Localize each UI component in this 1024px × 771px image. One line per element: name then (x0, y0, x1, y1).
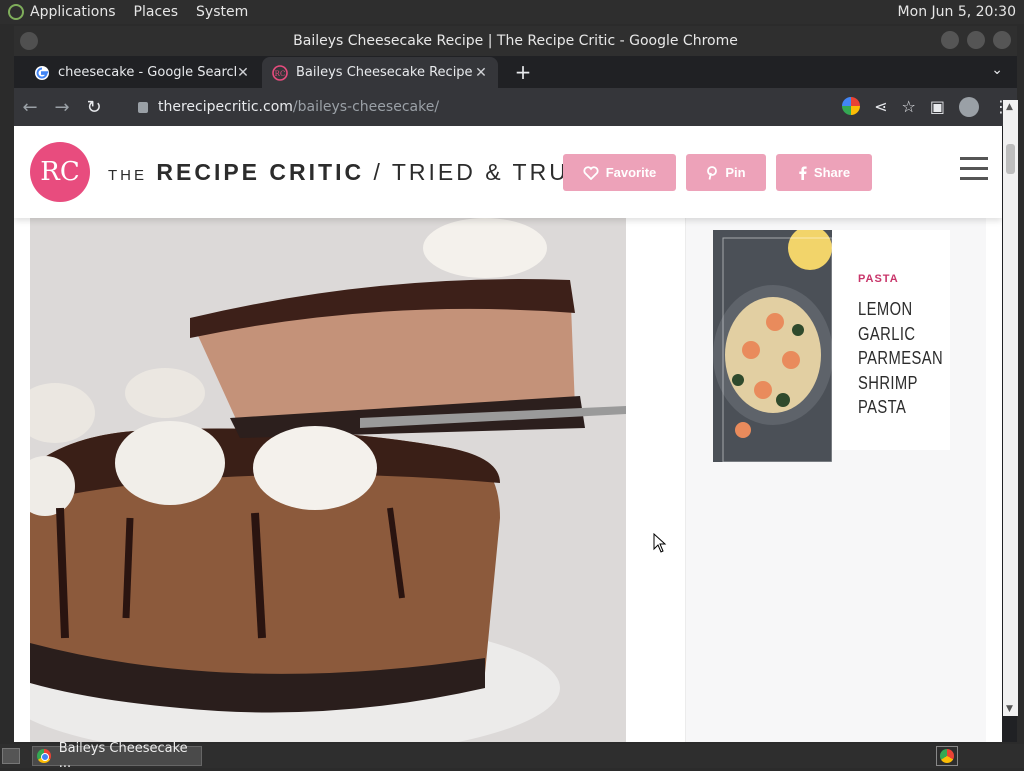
pin-label: Pin (725, 165, 746, 180)
system-top-panel: Applications Places System Mon Jun 5, 20… (0, 0, 1024, 24)
recipe-category[interactable]: PASTA (858, 273, 899, 285)
system-logo-icon[interactable] (8, 4, 24, 20)
brand-tagline: TRIED & TRUE (391, 159, 588, 185)
shrimp-pasta-photo (713, 230, 832, 462)
browser-toolbar: ← → ↻ therecipecritic.com/baileys-cheese… (14, 88, 1017, 126)
scroll-up-icon[interactable]: ▲ (1006, 102, 1013, 112)
facebook-icon (799, 166, 807, 180)
google-lens-icon[interactable] (842, 97, 861, 115)
tab-label: cheesecake - Google Search (58, 65, 236, 80)
page-scrollbar[interactable]: ▲ ▼ (1003, 100, 1018, 716)
site-header: RC THE RECIPE CRITIC / TRIED & TRUE Favo… (14, 126, 1002, 218)
new-tab-icon[interactable]: + (512, 60, 534, 84)
applications-menu[interactable]: Applications (30, 4, 116, 20)
recipe-title[interactable]: LEMON GARLIC PARMESAN SHRIMP PASTA (858, 297, 943, 420)
brand-separator: / (373, 159, 383, 185)
window-titlebar[interactable]: Baileys Cheesecake Recipe | The Recipe C… (14, 26, 1017, 56)
sidebar: PASTA LEMON GARLIC PARMESAN SHRIMP PASTA (685, 218, 986, 742)
taskbar-chrome-task[interactable]: Baileys Cheesecake ... (32, 741, 202, 771)
places-menu[interactable]: Places (134, 4, 179, 20)
mouse-cursor-icon (653, 533, 667, 553)
url-path: /baileys-cheesecake/ (292, 99, 440, 115)
profile-avatar-icon[interactable] (959, 97, 979, 117)
browser-window: Baileys Cheesecake Recipe | The Recipe C… (14, 26, 1017, 742)
hamburger-menu-icon[interactable] (960, 157, 988, 187)
url-host: therecipecritic.com (158, 99, 293, 115)
close-tab-icon[interactable]: ✕ (236, 65, 250, 81)
close-tab-icon[interactable]: ✕ (474, 65, 488, 81)
page-viewport[interactable]: RC THE RECIPE CRITIC / TRIED & TRUE Favo… (14, 126, 1002, 742)
cheesecake-photo (30, 218, 626, 742)
tab-label: Baileys Cheesecake Recipe | Th (296, 65, 474, 80)
window-title: Baileys Cheesecake Recipe | The Recipe C… (293, 33, 738, 49)
recipe-card[interactable]: PASTA LEMON GARLIC PARMESAN SHRIMP PASTA (713, 230, 950, 462)
toolbar-icons: ⋖ ☆ ▣ ⋮ (842, 97, 1009, 117)
clock[interactable]: Mon Jun 5, 20:30 (898, 4, 1016, 20)
share-label: Share (813, 165, 851, 180)
lock-icon[interactable] (138, 101, 148, 113)
heart-icon (583, 165, 599, 180)
recipe-critic-icon: RC (272, 64, 288, 81)
minimize-button[interactable] (941, 31, 959, 49)
address-bar[interactable]: therecipecritic.com/baileys-cheesecake/ (126, 92, 906, 122)
scroll-down-icon[interactable]: ▼ (1006, 704, 1013, 714)
tab-search-chevron-icon[interactable]: ⌄ (991, 62, 1003, 78)
cheesecake-hero-image (30, 218, 626, 742)
pinterest-icon (707, 165, 718, 180)
brand-name: RECIPE CRITIC (156, 159, 365, 185)
tray-chrome-icon[interactable] (936, 746, 958, 766)
site-logo[interactable]: RC (30, 142, 90, 202)
window-menu-icon[interactable] (20, 32, 38, 50)
shrimp-pasta-thumbnail[interactable] (713, 230, 832, 462)
brand-the: THE (108, 167, 147, 184)
favorite-label: Favorite (605, 165, 657, 180)
bottom-taskbar: Baileys Cheesecake ... (0, 741, 1024, 771)
forward-arrow-icon[interactable]: → (46, 97, 78, 118)
svg-text:RC: RC (275, 70, 286, 78)
maximize-button[interactable] (967, 31, 985, 49)
side-panel-icon[interactable]: ▣ (930, 97, 945, 117)
taskbar-task-label: Baileys Cheesecake ... (58, 741, 188, 771)
pin-button[interactable]: Pin (686, 154, 766, 191)
close-window-button[interactable] (993, 31, 1011, 49)
back-arrow-icon[interactable]: ← (14, 97, 46, 118)
chrome-icon (37, 749, 51, 763)
tab-recipe-critic[interactable]: RC Baileys Cheesecake Recipe | Th ✕ (262, 57, 498, 88)
bookmark-star-icon[interactable]: ☆ (902, 97, 916, 117)
tab-strip: cheesecake - Google Search ✕ RC Baileys … (14, 56, 1017, 88)
scrollbar-thumb[interactable] (1006, 144, 1015, 174)
share-button[interactable]: Share (776, 154, 872, 191)
site-wordmark[interactable]: THE RECIPE CRITIC / TRIED & TRUE (108, 159, 587, 186)
tab-google-search[interactable]: cheesecake - Google Search ✕ (24, 57, 260, 88)
reload-icon[interactable]: ↻ (78, 97, 110, 118)
share-icon[interactable]: ⋖ (874, 97, 887, 117)
show-desktop-icon[interactable] (2, 748, 20, 764)
google-g-icon (35, 65, 49, 80)
system-menu[interactable]: System (196, 4, 248, 20)
window-controls (941, 31, 1011, 49)
favorite-button[interactable]: Favorite (563, 154, 676, 191)
